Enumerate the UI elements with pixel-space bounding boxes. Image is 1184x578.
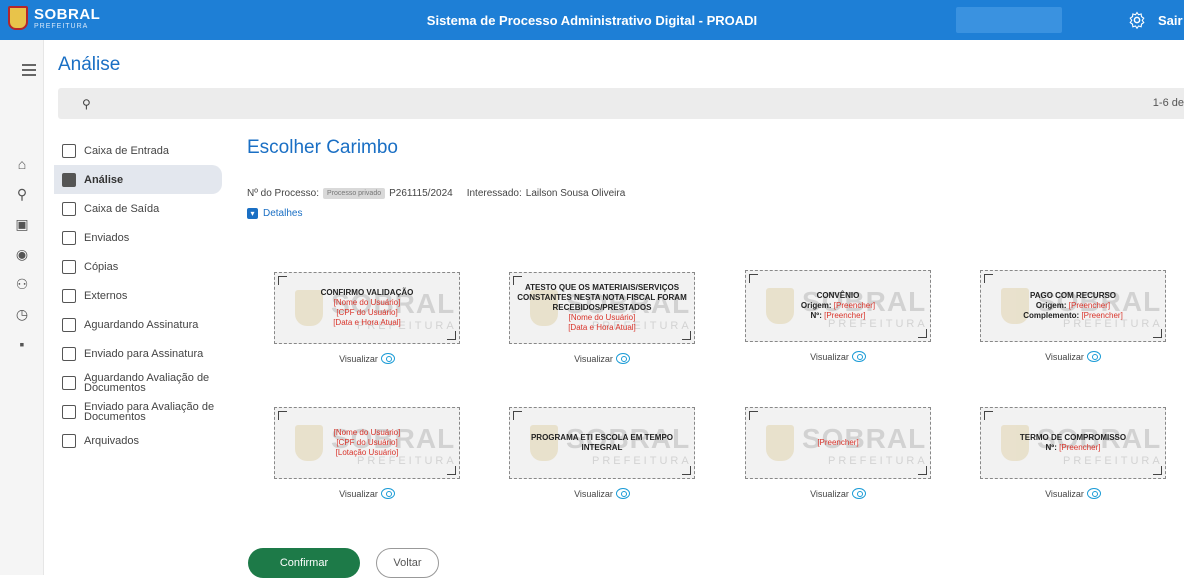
logout-button[interactable]: Sair	[1158, 13, 1183, 28]
eye-icon	[615, 488, 630, 499]
inbox-icon	[62, 143, 76, 158]
icon-rail: ⌂ ⚲ ▣ ◉ ⚇ ◷ ▪	[0, 40, 44, 575]
menu-item-sent[interactable]: Enviados	[54, 223, 222, 252]
stamp-termo-compromisso[interactable]: SOBRAL PREFEITURA TERMO DE COMPROMISSO Nº…	[980, 407, 1166, 479]
record-icon[interactable]: ◉	[13, 245, 31, 263]
evaluation-pending-icon	[62, 375, 76, 390]
copies-icon	[62, 259, 76, 274]
sent-icon	[62, 230, 76, 245]
view-link[interactable]: Visualizar	[509, 488, 695, 499]
home-icon[interactable]: ⌂	[13, 155, 31, 173]
stamp-confirmo-validacao[interactable]: SOBRAL PREFEITURA CONFIRMO VALIDAÇÃO [Nom…	[274, 272, 460, 344]
analysis-icon	[62, 172, 76, 187]
logo[interactable]: SOBRAL PREFEITURA	[8, 6, 100, 30]
back-button[interactable]: Voltar	[376, 548, 439, 578]
view-link[interactable]: Visualizar	[745, 351, 931, 362]
process-info: Nº do Processo: Processo privado P261115…	[247, 188, 625, 199]
process-private-badge: Processo privado	[323, 188, 386, 199]
stamp-convenio[interactable]: SOBRAL PREFEITURA CONVÊNIO Origem: [Preen…	[745, 270, 931, 342]
menu-item-outbox[interactable]: Caixa de Saída	[54, 194, 222, 223]
menu-item-archived[interactable]: Arquivados	[54, 426, 222, 455]
menu-item-analysis[interactable]: Análise	[54, 165, 222, 194]
process-label: Nº do Processo:	[247, 188, 320, 199]
view-link[interactable]: Visualizar	[509, 353, 695, 364]
stamp-card: SOBRAL PREFEITURA CONVÊNIO Origem: [Preen…	[745, 270, 931, 362]
side-menu: Caixa de Entrada Análise Caixa de Saída …	[54, 136, 222, 455]
view-link[interactable]: Visualizar	[745, 488, 931, 499]
external-icon	[62, 288, 76, 303]
page-title: Análise	[58, 54, 121, 75]
details-toggle[interactable]: ▾ Detalhes	[247, 208, 302, 219]
chevron-down-icon: ▾	[247, 208, 258, 219]
evaluation-sent-icon	[62, 404, 76, 419]
user-info-box[interactable]	[956, 7, 1062, 33]
eye-icon	[851, 488, 866, 499]
search-nav-icon[interactable]: ⚲	[13, 185, 31, 203]
top-bar: SOBRAL PREFEITURA Sistema de Processo Ad…	[0, 0, 1184, 40]
signature-sent-icon	[62, 346, 76, 361]
menu-item-external[interactable]: Externos	[54, 281, 222, 310]
stamp-card: SOBRAL PREFEITURA [Preencher] Visualizar	[745, 407, 931, 499]
view-link[interactable]: Visualizar	[980, 351, 1166, 362]
menu-item-copies[interactable]: Cópias	[54, 252, 222, 281]
eye-icon	[1086, 488, 1101, 499]
users-icon[interactable]: ⚇	[13, 275, 31, 293]
stamp-card: SOBRAL PREFEITURA PAGO COM RECURSO Origem…	[980, 270, 1166, 362]
pagination-info: 1-6 de	[1152, 97, 1184, 109]
content-title: Escolher Carimbo	[247, 137, 398, 158]
outbox-icon	[62, 201, 76, 216]
search-icon[interactable]: ⚲	[82, 97, 91, 111]
menu-item-awaiting-signature[interactable]: Aguardando Assinatura	[54, 310, 222, 339]
stamp-card: SOBRAL PREFEITURA ATESTO QUE OS MATERIAIS…	[509, 272, 695, 364]
menu-item-inbox[interactable]: Caixa de Entrada	[54, 136, 222, 165]
search-bar[interactable]: ⚲ 1-6 de	[58, 88, 1184, 119]
eye-icon	[615, 353, 630, 364]
signature-pending-icon	[62, 317, 76, 332]
stamp-programa-eti[interactable]: SOBRAL PREFEITURA PROGRAMA ETI ESCOLA EM …	[509, 407, 695, 479]
eye-icon	[380, 353, 395, 364]
stamp-preencher[interactable]: SOBRAL PREFEITURA [Preencher]	[745, 407, 931, 479]
stamp-card: SOBRAL PREFEITURA [Nome do Usuário] [CPF …	[274, 407, 460, 499]
stamp-usuario-lotacao[interactable]: SOBRAL PREFEITURA [Nome do Usuário] [CPF …	[274, 407, 460, 479]
stamp-card: SOBRAL PREFEITURA CONFIRMO VALIDAÇÃO [Nom…	[274, 272, 460, 364]
archive-icon	[62, 433, 76, 448]
crest-icon	[8, 6, 28, 30]
interested-name: Lailson Sousa Oliveira	[525, 188, 626, 199]
logo-subtitle: PREFEITURA	[34, 22, 89, 30]
menu-item-sent-evaluation[interactable]: Enviado para Avaliação de Documentos	[54, 397, 222, 426]
menu-toggle-icon[interactable]	[22, 64, 36, 79]
menu-item-sent-signature[interactable]: Enviado para Assinatura	[54, 339, 222, 368]
eye-icon	[380, 488, 395, 499]
view-link[interactable]: Visualizar	[980, 488, 1166, 499]
eye-icon	[851, 351, 866, 362]
archive-nav-icon[interactable]: ▪	[13, 335, 31, 353]
process-number: P261115/2024	[389, 188, 453, 199]
interested-label: Interessado:	[466, 188, 522, 199]
menu-item-awaiting-evaluation[interactable]: Aguardando Avaliação de Documentos	[54, 368, 222, 397]
clock-icon[interactable]: ◷	[13, 305, 31, 323]
view-link[interactable]: Visualizar	[274, 488, 460, 499]
stamp-atesto-materiais[interactable]: SOBRAL PREFEITURA ATESTO QUE OS MATERIAIS…	[509, 272, 695, 344]
eye-icon	[1086, 351, 1101, 362]
view-link[interactable]: Visualizar	[274, 353, 460, 364]
stamp-card: SOBRAL PREFEITURA PROGRAMA ETI ESCOLA EM …	[509, 407, 695, 499]
stamp-card: SOBRAL PREFEITURA TERMO DE COMPROMISSO Nº…	[980, 407, 1166, 499]
document-icon[interactable]: ▣	[13, 215, 31, 233]
stamp-pago-com-recurso[interactable]: SOBRAL PREFEITURA PAGO COM RECURSO Origem…	[980, 270, 1166, 342]
gear-icon[interactable]	[1128, 11, 1146, 29]
confirm-button[interactable]: Confirmar	[248, 548, 360, 578]
logo-title: SOBRAL	[34, 5, 101, 23]
